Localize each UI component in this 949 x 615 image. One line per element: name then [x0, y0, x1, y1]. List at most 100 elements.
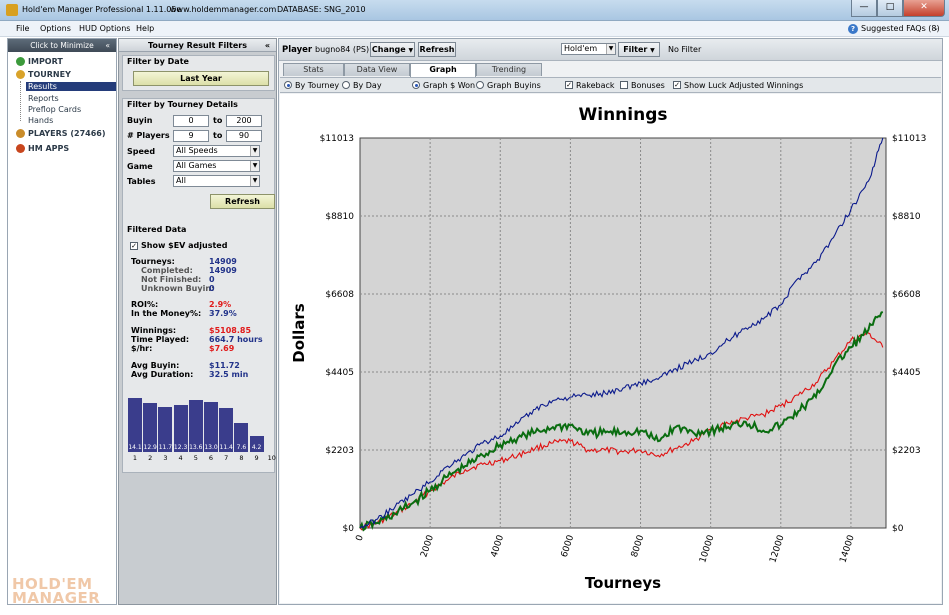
game-select[interactable]: All Games ▼: [173, 160, 260, 172]
tree-line: [20, 81, 21, 121]
menu-hud-options[interactable]: HUD Options: [79, 24, 130, 33]
rakeback-checkbox[interactable]: ✓: [565, 81, 573, 89]
nav-hm-apps[interactable]: HM APPS: [16, 144, 69, 153]
click-to-minimize-bar[interactable]: Click to Minimize «: [8, 39, 116, 52]
tab-trending[interactable]: Trending: [476, 63, 542, 76]
speed-dropdown-icon[interactable]: ▼: [250, 146, 259, 156]
bonuses-checkbox[interactable]: [620, 81, 628, 89]
rakeback-label: Rakeback: [576, 81, 615, 90]
players-icon: [16, 129, 25, 138]
speed-label: Speed: [127, 147, 156, 156]
nav-hands[interactable]: Hands: [28, 116, 53, 125]
y-tick-label-right: $0: [892, 524, 904, 534]
y-axis-label: Dollars: [290, 303, 308, 363]
speed-select[interactable]: All Speeds ▼: [173, 145, 260, 157]
y-tick-label: $0: [343, 524, 355, 534]
nav-import[interactable]: IMPORT: [16, 57, 63, 66]
luck-adjusted-label: Show Luck Adjusted Winnings: [684, 81, 804, 90]
nav-preflop-cards[interactable]: Preflop Cards: [28, 105, 81, 114]
filters-refresh-button[interactable]: Refresh: [210, 194, 275, 209]
y-tick-label-right: $4405: [892, 368, 921, 378]
collapse-chevron-icon[interactable]: «: [105, 39, 110, 52]
players-count-label: # Players: [127, 131, 170, 140]
nav-reports[interactable]: Reports: [28, 94, 59, 103]
filter-button[interactable]: Filter ▼: [618, 42, 660, 57]
nav-tourney[interactable]: TOURNEY: [16, 70, 71, 79]
winnings-graph-area: $0 $0 $2203 $2203 $4405 $4405 $6608 $6608 $8810 $…: [280, 94, 941, 603]
nav-results[interactable]: Results: [26, 82, 116, 91]
y-tick-label: $8810: [325, 212, 354, 222]
x-tick-label: 6000: [560, 534, 577, 559]
finish-bar-value: 13.6: [189, 444, 203, 451]
toolbar-refresh-button[interactable]: Refresh: [418, 42, 456, 57]
tables-dropdown-icon[interactable]: ▼: [250, 176, 259, 186]
tourney-result-filters-panel: Tourney Result Filters « Filter by Date …: [118, 38, 277, 605]
nav-players-label: PLAYERS (27466): [28, 129, 106, 138]
tables-select-value: All: [176, 176, 186, 185]
window-url: www.holdemmanager.com: [170, 5, 277, 14]
window-controls: — □ ✕: [851, 0, 945, 17]
game-type-dropdown-icon[interactable]: ▼: [606, 44, 615, 54]
finish-bar-category: 3: [163, 454, 168, 462]
show-sev-checkbox[interactable]: ✓: [130, 242, 138, 250]
tab-graph[interactable]: Graph: [410, 63, 476, 77]
y-tick-label: $6608: [325, 290, 354, 300]
collapse-filters-chevron-icon[interactable]: «: [265, 39, 270, 52]
y-tick-label-right: $2203: [892, 446, 921, 456]
graph-buyins-radio[interactable]: [476, 81, 484, 89]
by-day-radio[interactable]: [342, 81, 350, 89]
nav-players[interactable]: PLAYERS (27466): [16, 129, 106, 138]
buyin-max-input[interactable]: 200: [226, 115, 262, 127]
filter-by-details-title: Filter by Tourney Details: [127, 100, 238, 109]
close-window-button[interactable]: ✕: [903, 0, 945, 17]
graph-won-radio[interactable]: [412, 81, 420, 89]
help-icon[interactable]: ?: [848, 24, 858, 34]
change-player-button[interactable]: Change ▼: [370, 42, 415, 57]
change-dropdown-icon: ▼: [408, 47, 414, 54]
tables-select[interactable]: All ▼: [173, 175, 260, 187]
x-tick-label: 8000: [630, 534, 647, 559]
finish-bar-value: 12.3: [173, 444, 188, 451]
tourneys-value: 14909: [209, 257, 237, 266]
buyin-label: Buyin: [127, 116, 153, 125]
menu-options[interactable]: Options: [40, 24, 71, 33]
maximize-window-button[interactable]: □: [877, 0, 903, 17]
x-tick-label: 4000: [490, 534, 507, 559]
x-tick-label: 10000: [698, 534, 716, 565]
y-tick-label-right: $11013: [892, 134, 926, 144]
per-hour-label: $/hr:: [131, 344, 153, 353]
by-tourney-radio[interactable]: [284, 81, 292, 89]
nav-import-label: IMPORT: [28, 57, 63, 66]
game-type-select[interactable]: Hold'em ▼: [561, 43, 616, 55]
menu-file[interactable]: File: [16, 24, 29, 33]
tab-stats[interactable]: Stats: [283, 63, 344, 76]
nav-tourney-label: TOURNEY: [28, 70, 71, 79]
chevron-down-icon[interactable]: ⌄: [933, 24, 939, 32]
finish-bar-category: 9: [254, 454, 259, 462]
completed-value: 14909: [209, 266, 237, 275]
last-year-button[interactable]: Last Year: [133, 71, 269, 86]
bonuses-label: Bonuses: [631, 81, 665, 90]
roi-label: ROI%:: [131, 300, 159, 309]
finish-bar-value: 11.7: [158, 444, 173, 451]
y-tick-label: $2203: [325, 446, 354, 456]
roi-value: 2.9%: [209, 300, 232, 309]
show-sev-label: Show $EV adjusted: [141, 241, 228, 250]
players-to-label: to: [213, 131, 223, 140]
players-min-input[interactable]: 9: [173, 130, 209, 142]
tab-data-view[interactable]: Data View: [344, 63, 410, 76]
players-max-input[interactable]: 90: [226, 130, 262, 142]
menu-bar: File Options HUD Options Help ? Suggeste…: [0, 21, 949, 37]
title-bar: Hold'em Manager Professional 1.11.05e ww…: [0, 0, 949, 21]
suggested-faqs-link[interactable]: Suggested FAQs (8): [861, 24, 940, 33]
buyin-min-input[interactable]: 0: [173, 115, 209, 127]
menu-help[interactable]: Help: [136, 24, 154, 33]
x-axis-label: Tourneys: [585, 574, 661, 592]
game-dropdown-icon[interactable]: ▼: [250, 161, 259, 171]
filtered-data-title: Filtered Data: [127, 225, 187, 234]
luck-adjusted-checkbox[interactable]: ✓: [673, 81, 681, 89]
finish-bar-category: 1: [132, 454, 138, 462]
import-icon: [16, 57, 25, 66]
minimize-window-button[interactable]: —: [851, 0, 877, 17]
database-label: DATABASE: SNG_2010: [277, 5, 366, 14]
